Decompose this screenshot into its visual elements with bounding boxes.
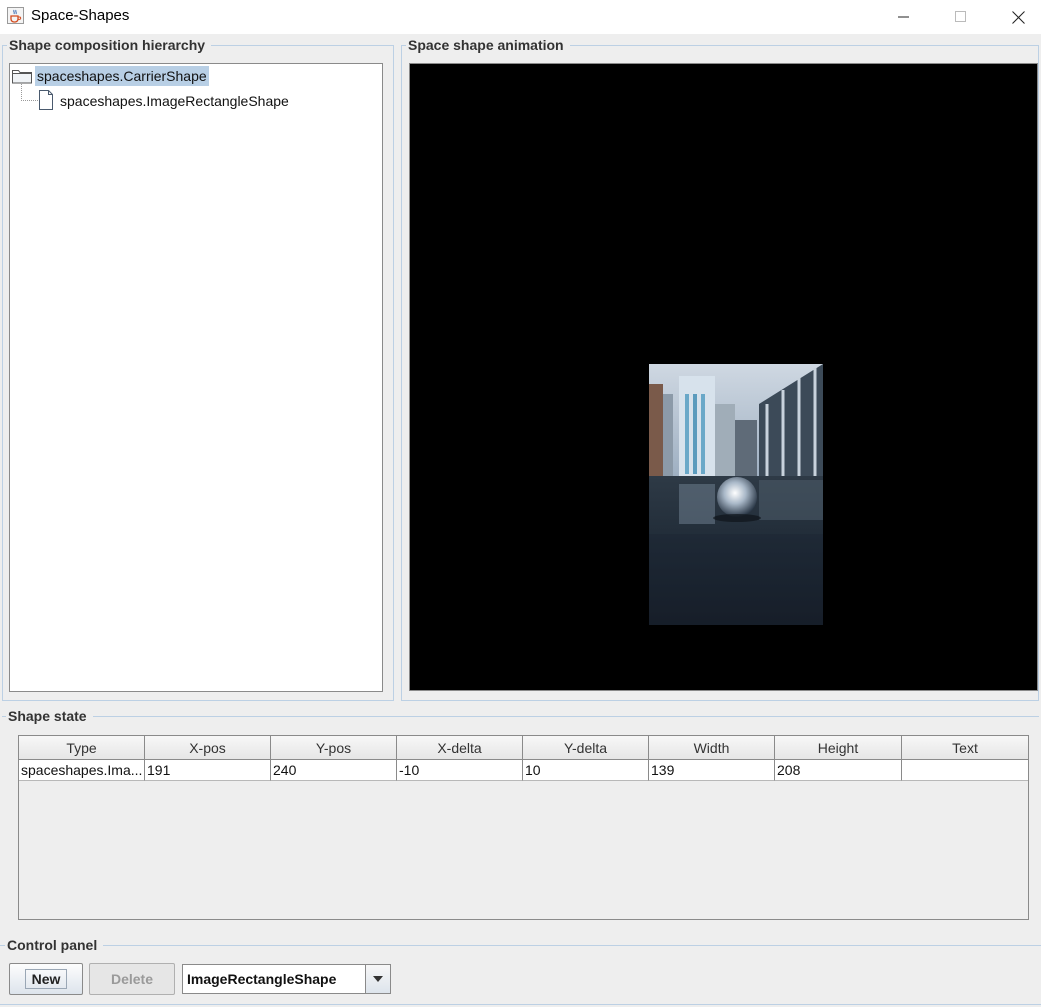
new-button[interactable]: New [9, 963, 83, 995]
minimize-button[interactable] [881, 0, 927, 34]
table-cell-x-delta[interactable]: -10 [397, 760, 523, 781]
shape-tree[interactable]: spaceshapes.CarrierShape spaceshapes.Ima… [9, 63, 383, 692]
table-cell-x-pos[interactable]: 191 [145, 760, 271, 781]
file-icon [38, 90, 54, 114]
tree-node-root[interactable]: spaceshapes.CarrierShape [10, 65, 382, 87]
column-header-y-pos[interactable]: Y-pos [271, 736, 397, 760]
column-header-width[interactable]: Width [649, 736, 775, 760]
shape-type-select-value: ImageRectangleShape [187, 971, 337, 987]
column-header-x-pos[interactable]: X-pos [145, 736, 271, 760]
column-header-type[interactable]: Type [19, 736, 145, 760]
new-button-label: New [24, 969, 68, 989]
column-header-height[interactable]: Height [775, 736, 902, 760]
column-header-text[interactable]: Text [902, 736, 1028, 760]
table-cell-y-delta[interactable]: 10 [523, 760, 649, 781]
java-cup-icon [7, 7, 24, 24]
table-cell-type[interactable]: spaceshapes.Ima... [19, 760, 145, 781]
column-header-y-delta[interactable]: Y-delta [523, 736, 649, 760]
table-cell-width[interactable]: 139 [649, 760, 775, 781]
tree-node-child[interactable]: spaceshapes.ImageRectangleShape [36, 90, 376, 112]
shape-type-select[interactable]: ImageRectangleShape [182, 964, 391, 994]
chevron-down-icon[interactable] [365, 965, 390, 993]
image-rectangle-shape [649, 364, 823, 625]
maximize-icon [955, 11, 966, 22]
delete-button-label: Delete [110, 971, 154, 987]
close-button[interactable] [995, 0, 1041, 34]
shape-state-table[interactable]: Type X-pos Y-pos X-delta Y-delta Width H… [18, 735, 1029, 920]
close-icon [1011, 10, 1025, 24]
tree-node-label: spaceshapes.ImageRectangleShape [60, 93, 289, 109]
table-cell-y-pos[interactable]: 240 [271, 760, 397, 781]
maximize-button[interactable] [938, 0, 984, 34]
control-panel-title: Control panel [5, 937, 104, 953]
window-title: Space-Shapes [31, 7, 130, 24]
state-panel-title: Shape state [6, 708, 93, 724]
hierarchy-panel-title: Shape composition hierarchy [7, 37, 212, 53]
delete-button[interactable]: Delete [89, 963, 175, 995]
minimize-icon [898, 16, 909, 18]
animation-canvas[interactable] [409, 63, 1038, 691]
tree-node-label: spaceshapes.CarrierShape [35, 66, 209, 86]
table-cell-text[interactable] [902, 760, 1028, 781]
animation-panel-title: Space shape animation [406, 37, 570, 53]
table-cell-height[interactable]: 208 [775, 760, 902, 781]
column-header-x-delta[interactable]: X-delta [397, 736, 523, 760]
